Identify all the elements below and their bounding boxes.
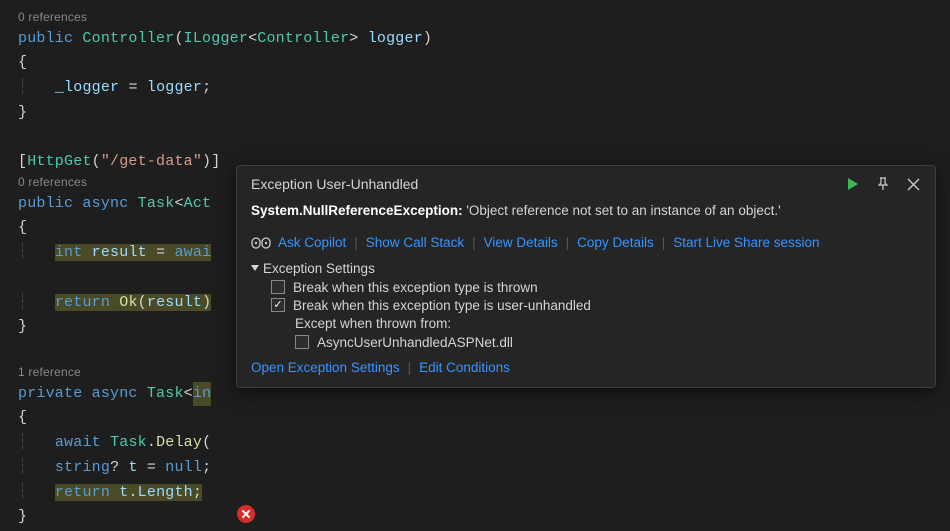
close-icon[interactable] — [905, 176, 921, 192]
code-line: ┆ await Task.Delay( — [18, 431, 950, 456]
exception-message: System.NullReferenceException: 'Object r… — [251, 202, 921, 221]
copilot-icon — [251, 235, 271, 251]
open-exception-settings-link[interactable]: Open Exception Settings — [251, 360, 400, 375]
exception-settings-header[interactable]: Exception Settings — [251, 261, 921, 276]
popup-title: Exception User-Unhandled — [251, 176, 845, 192]
except-module-checkbox[interactable] — [295, 335, 309, 349]
view-details-link[interactable]: View Details — [484, 235, 558, 250]
settings-header-label: Exception Settings — [263, 261, 375, 276]
continue-icon[interactable] — [845, 176, 861, 192]
code-line: } — [18, 101, 950, 126]
break-when-thrown-label: Break when this exception type is thrown — [293, 280, 538, 295]
code-line: { — [18, 51, 950, 76]
expand-triangle-icon — [251, 265, 259, 271]
break-when-thrown-checkbox[interactable] — [271, 280, 285, 294]
except-module-label: AsyncUserUnhandledASPNet.dll — [317, 335, 513, 350]
code-line: ┆ return t.Length; — [18, 481, 950, 506]
copy-details-link[interactable]: Copy Details — [577, 235, 654, 250]
code-line: ┆ string? t = null; — [18, 456, 950, 481]
code-line: ┆ _logger = logger; — [18, 76, 950, 101]
error-glyph-icon[interactable] — [237, 505, 255, 523]
exception-type: System.NullReferenceException: — [251, 203, 463, 218]
codelens-references[interactable]: 0 references — [18, 10, 950, 26]
break-when-user-unhandled-checkbox[interactable] — [271, 298, 285, 312]
code-line: public Controller(ILogger<Controller> lo… — [18, 27, 950, 52]
code-line: { — [18, 406, 950, 431]
start-live-share-link[interactable]: Start Live Share session — [673, 235, 819, 250]
exception-popup: Exception User-Unhandled System.NullRefe… — [236, 165, 936, 388]
edit-conditions-link[interactable]: Edit Conditions — [419, 360, 510, 375]
ask-copilot-link[interactable]: Ask Copilot — [278, 235, 346, 250]
code-line: } — [18, 505, 950, 530]
break-when-user-unhandled-label: Break when this exception type is user-u… — [293, 298, 591, 313]
pin-icon[interactable] — [875, 176, 891, 192]
action-links-row: Ask Copilot | Show Call Stack | View Det… — [251, 235, 921, 251]
show-call-stack-link[interactable]: Show Call Stack — [366, 235, 464, 250]
exception-text: 'Object reference not set to an instance… — [463, 203, 781, 218]
except-when-thrown-label: Except when thrown from: — [295, 316, 921, 331]
